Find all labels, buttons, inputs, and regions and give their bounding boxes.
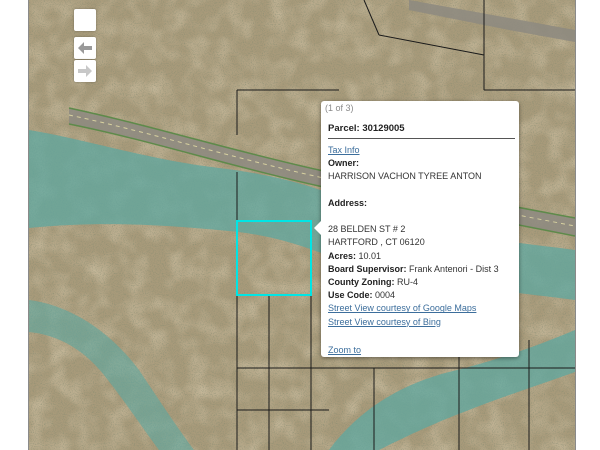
arrow-left-icon xyxy=(78,42,92,54)
use-code-label: Use Code: xyxy=(328,290,373,301)
use-code-value: 0004 xyxy=(375,290,396,301)
right-margin xyxy=(575,0,600,450)
street-view-bing-link[interactable]: Street View courtesy of Bing xyxy=(328,317,441,327)
address-line2: HARTFORD , CT 06120 xyxy=(328,237,425,248)
map-border xyxy=(575,0,576,450)
home-button[interactable] xyxy=(74,9,96,31)
popup-result-count: (1 of 3) xyxy=(325,103,354,113)
popup-body: Tax Info Owner: HARRISON VACHON TYREE AN… xyxy=(328,144,516,329)
side-panel xyxy=(0,0,28,450)
supervisor-label: Board Supervisor: xyxy=(328,263,407,274)
acres-label: Acres: xyxy=(328,250,357,261)
arrow-right-icon xyxy=(78,65,92,77)
street-view-google-link[interactable]: Street View courtesy of Google Maps xyxy=(328,303,476,313)
zoning-value: RU-4 xyxy=(397,277,419,287)
owner-name: HARRISON VACHON TYREE ANTON xyxy=(328,171,482,182)
zoning-label: County Zoning: xyxy=(328,277,395,287)
supervisor-value: Frank Antenori - Dist 3 xyxy=(409,263,499,274)
parcel-info-popup: (1 of 3) Parcel: 30129005 Tax Info Owner… xyxy=(314,101,519,357)
acres-value: 10.01 xyxy=(358,250,382,261)
address-label: Address: xyxy=(328,197,368,208)
popup-title: Parcel: 30129005 xyxy=(328,123,405,134)
forward-button[interactable] xyxy=(74,60,96,82)
owner-label: Owner: xyxy=(328,158,360,169)
zoom-to-link[interactable]: Zoom to xyxy=(328,345,361,355)
popup-divider xyxy=(328,138,515,139)
address-line1: 28 BELDEN ST # 2 xyxy=(328,224,406,235)
back-button[interactable] xyxy=(74,37,96,59)
tax-info-link[interactable]: Tax Info xyxy=(328,145,360,155)
popup-pointer xyxy=(314,221,321,235)
